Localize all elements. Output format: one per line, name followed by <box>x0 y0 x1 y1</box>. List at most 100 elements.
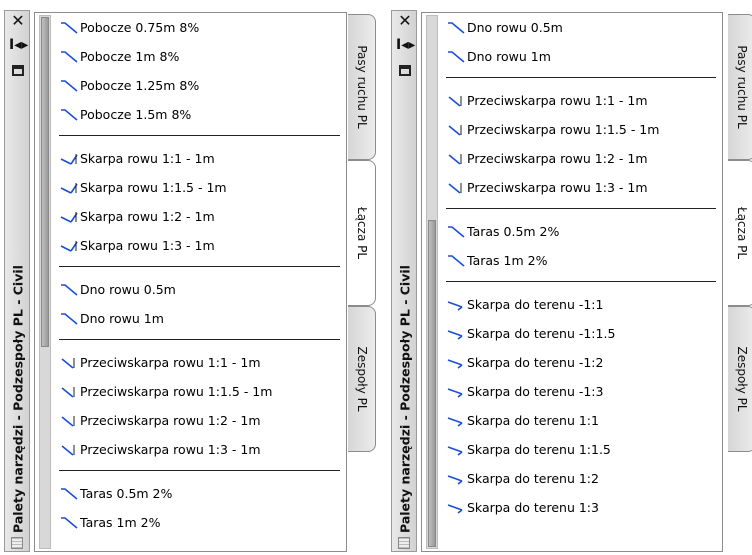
tool-item[interactable]: Dno rowu 0.5m <box>59 275 340 304</box>
daylight-icon <box>446 298 466 312</box>
tool-item-label: Skarpa do terenu 1:1 <box>467 413 599 428</box>
close-icon[interactable]: ✕ <box>9 13 27 29</box>
tool-item-label: Przeciwskarpa rowu 1:3 - 1m <box>467 180 648 195</box>
palette-titlebar[interactable]: ✕ I◂▸ Palety narzędzi - Podzespoły PL - … <box>4 10 30 552</box>
tool-item[interactable]: Przeciwskarpa rowu 1:1.5 - 1m <box>446 115 716 144</box>
tool-item[interactable]: Skarpa do terenu 1:1 <box>446 406 716 435</box>
auto-hide-icon[interactable]: I◂▸ <box>9 37 28 53</box>
tab-pasy-ruchu[interactable]: Pasy ruchu PL <box>348 14 376 160</box>
tool-item[interactable]: Pobocze 1m 8% <box>59 42 340 71</box>
tool-item[interactable]: Skarpa rowu 1:2 - 1m <box>59 202 340 231</box>
tool-item-label: Taras 1m 2% <box>80 515 161 530</box>
tool-item[interactable]: Taras 0.5m 2% <box>59 479 340 508</box>
tool-item[interactable]: Skarpa do terenu 1:1.5 <box>446 435 716 464</box>
scrollbar[interactable] <box>426 15 438 549</box>
backslope-icon <box>446 94 466 108</box>
shoulder-icon <box>59 21 79 35</box>
backslope-icon <box>446 181 466 195</box>
tab-lacza[interactable]: Łącza PL <box>348 160 376 306</box>
backslope-icon <box>59 443 79 457</box>
tool-item-label: Skarpa do terenu 1:3 <box>467 500 599 515</box>
tool-item[interactable]: Skarpa do terenu -1:2 <box>446 348 716 377</box>
tool-item[interactable]: Dno rowu 1m <box>446 42 716 71</box>
properties-icon[interactable] <box>396 63 414 79</box>
tool-item[interactable]: Skarpa do terenu -1:1.5 <box>446 319 716 348</box>
tool-item[interactable]: Przeciwskarpa rowu 1:1 - 1m <box>446 86 716 115</box>
close-icon[interactable]: ✕ <box>396 13 414 29</box>
tool-item[interactable]: Przeciwskarpa rowu 1:2 - 1m <box>59 406 340 435</box>
properties-icon[interactable] <box>9 63 27 79</box>
backslope-icon <box>446 123 466 137</box>
tool-item[interactable]: Przeciwskarpa rowu 1:2 - 1m <box>446 144 716 173</box>
tool-item[interactable]: Przeciwskarpa rowu 1:1 - 1m <box>59 348 340 377</box>
tool-item[interactable]: Skarpa rowu 1:1 - 1m <box>59 144 340 173</box>
tool-item-label: Przeciwskarpa rowu 1:1 - 1m <box>80 355 261 370</box>
tool-palette-left: ✕ I◂▸ Palety narzędzi - Podzespoły PL - … <box>4 10 376 552</box>
tool-item-label: Skarpa do terenu -1:1 <box>467 297 604 312</box>
tool-list: Pobocze 0.75m 8% Pobocze 1m 8% Pobocze 1.2… <box>59 13 340 537</box>
group-separator <box>59 135 340 136</box>
palette-grip-icon[interactable] <box>11 537 23 549</box>
tool-item-label: Pobocze 1.5m 8% <box>80 107 192 122</box>
auto-hide-icon[interactable]: I◂▸ <box>396 37 415 53</box>
tool-item[interactable]: Pobocze 1.25m 8% <box>59 71 340 100</box>
tool-item-label: Dno rowu 1m <box>80 311 164 326</box>
tool-item-label: Przeciwskarpa rowu 1:2 - 1m <box>467 151 648 166</box>
backslope-icon <box>59 414 79 428</box>
tool-item-label: Skarpa rowu 1:2 - 1m <box>80 209 215 224</box>
scrollbar-thumb[interactable] <box>428 220 436 547</box>
terrace-icon <box>59 516 79 530</box>
tool-item[interactable]: Taras 1m 2% <box>59 508 340 537</box>
tool-item[interactable]: Przeciwskarpa rowu 1:3 - 1m <box>59 435 340 464</box>
daylight-icon <box>446 327 466 341</box>
tool-item-label: Skarpa do terenu 1:2 <box>467 471 599 486</box>
group-separator <box>59 470 340 471</box>
shoulder-icon <box>59 79 79 93</box>
tab-pasy-ruchu[interactable]: Pasy ruchu PL <box>728 14 752 160</box>
tool-item[interactable]: Dno rowu 0.5m <box>446 13 716 42</box>
backslope-icon <box>59 385 79 399</box>
palette-content: Pobocze 0.75m 8% Pobocze 1m 8% Pobocze 1.2… <box>34 12 347 552</box>
tool-item[interactable]: Skarpa rowu 1:1.5 - 1m <box>59 173 340 202</box>
daylight-icon <box>446 443 466 457</box>
shoulder-icon <box>59 50 79 64</box>
ditch-bottom-icon <box>59 283 79 297</box>
ditch-bottom-icon <box>446 50 466 64</box>
tool-item[interactable]: Taras 1m 2% <box>446 246 716 275</box>
tool-item[interactable]: Skarpa do terenu 1:2 <box>446 464 716 493</box>
tool-item[interactable]: Przeciwskarpa rowu 1:1.5 - 1m <box>59 377 340 406</box>
tool-item[interactable]: Skarpa do terenu -1:1 <box>446 290 716 319</box>
palette-title: Palety narzędzi - Podzespoły PL - Civil <box>10 265 26 533</box>
tool-item[interactable]: Przeciwskarpa rowu 1:3 - 1m <box>446 173 716 202</box>
ditch-bottom-icon <box>59 312 79 326</box>
tool-item[interactable]: Taras 0.5m 2% <box>446 217 716 246</box>
tab-zespoly[interactable]: Zespoły PL <box>728 306 752 452</box>
tool-item[interactable]: Skarpa do terenu -1:3 <box>446 377 716 406</box>
palette-grip-icon[interactable] <box>398 537 410 549</box>
tool-item-label: Pobocze 1.25m 8% <box>80 78 200 93</box>
tool-item[interactable]: Skarpa do terenu 1:3 <box>446 493 716 522</box>
palette-titlebar[interactable]: ✕ I◂▸ Palety narzędzi - Podzespoły PL - … <box>391 10 417 552</box>
tool-item[interactable]: Pobocze 1.5m 8% <box>59 100 340 129</box>
tool-item-label: Skarpa do terenu 1:1.5 <box>467 442 611 457</box>
tool-item-label: Skarpa do terenu -1:1.5 <box>467 326 616 341</box>
tool-item[interactable]: Skarpa rowu 1:3 - 1m <box>59 231 340 260</box>
palette-title: Palety narzędzi - Podzespoły PL - Civil <box>397 265 413 533</box>
tool-item[interactable]: Pobocze 0.75m 8% <box>59 13 340 42</box>
ditch-slope-icon <box>59 152 79 166</box>
tool-item[interactable]: Dno rowu 1m <box>59 304 340 333</box>
tab-zespoly[interactable]: Zespoły PL <box>348 306 376 452</box>
group-separator <box>446 208 716 209</box>
terrace-icon <box>59 487 79 501</box>
tool-item-label: Dno rowu 1m <box>467 49 551 64</box>
tool-item-label: Przeciwskarpa rowu 1:1.5 - 1m <box>467 122 660 137</box>
scrollbar-thumb[interactable] <box>41 17 49 347</box>
ditch-bottom-icon <box>446 21 466 35</box>
tool-item-label: Pobocze 1m 8% <box>80 49 180 64</box>
scrollbar[interactable] <box>39 15 51 549</box>
tab-lacza[interactable]: Łącza PL <box>728 160 752 306</box>
shoulder-icon <box>59 108 79 122</box>
group-separator <box>446 77 716 78</box>
tool-item-label: Skarpa rowu 1:1.5 - 1m <box>80 180 227 195</box>
daylight-icon <box>446 472 466 486</box>
